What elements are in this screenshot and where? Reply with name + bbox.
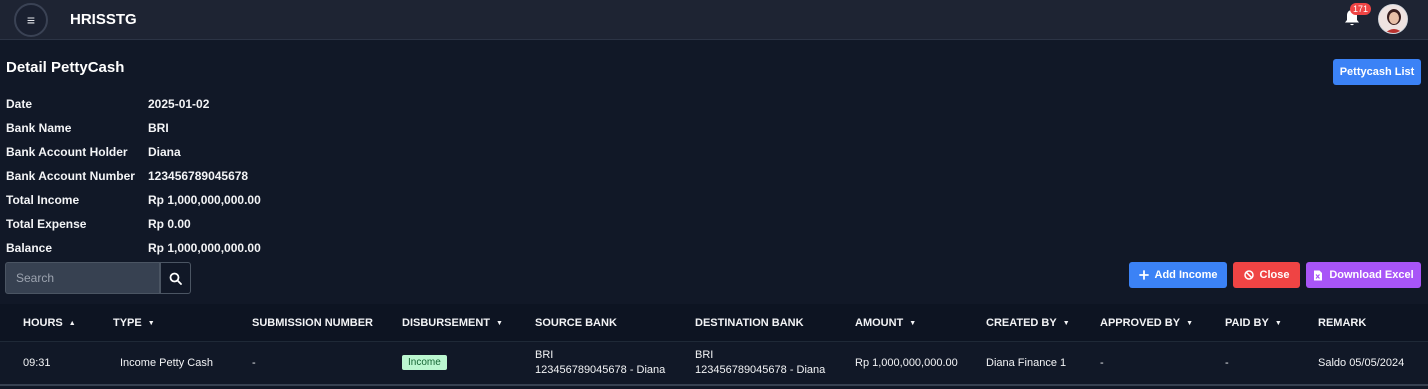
column-header-approved-by[interactable]: APPROVED BY ▼: [1100, 317, 1193, 329]
avatar-image: [1379, 5, 1407, 33]
top-navbar: ≡ HRISSTG 171: [0, 0, 1428, 40]
search-icon: [169, 272, 182, 285]
info-label: Bank Account Number: [6, 169, 135, 183]
info-label: Total Expense: [6, 217, 87, 231]
header-label: DESTINATION BANK: [695, 317, 804, 329]
pettycash-list-button[interactable]: Pettycash List: [1333, 59, 1421, 85]
pettycash-detail-info: Date 2025-01-02 Bank Name BRI Bank Accou…: [6, 92, 406, 260]
cell-source-bank: BRI 123456789045678 - Diana: [535, 348, 665, 378]
info-value: 123456789045678: [148, 169, 249, 183]
column-header-amount[interactable]: AMOUNT ▼: [855, 317, 916, 329]
column-header-destination-bank: DESTINATION BANK: [695, 317, 804, 329]
close-label: Close: [1259, 269, 1290, 281]
column-header-hours[interactable]: HOURS ▲: [23, 317, 76, 329]
destination-bank-name: BRI: [695, 349, 714, 361]
column-header-paid-by[interactable]: PAID BY ▼: [1225, 317, 1282, 329]
info-label: Total Income: [6, 193, 80, 207]
table-row[interactable]: 09:31 Income Petty Cash - Income BRI 123…: [0, 342, 1428, 386]
disbursement-badge: Income: [402, 355, 447, 370]
search-button[interactable]: [160, 262, 191, 294]
sort-desc-icon: ▼: [909, 320, 917, 327]
menu-icon: ≡: [26, 12, 36, 28]
header-label: TYPE: [113, 317, 142, 329]
destination-bank-account: 123456789045678 - Diana: [695, 364, 826, 376]
info-label: Date: [6, 97, 33, 111]
column-header-submission-number: SUBMISSION NUMBER: [252, 317, 373, 329]
download-excel-label: Download Excel: [1329, 269, 1414, 281]
close-button[interactable]: Close: [1233, 262, 1300, 288]
header-label: SUBMISSION NUMBER: [252, 317, 374, 329]
header-label: HOURS: [23, 317, 63, 329]
cell-created-by: Diana Finance 1: [986, 357, 1067, 369]
cell-disbursement: Income: [402, 355, 447, 370]
info-value: Diana: [148, 145, 181, 159]
info-value: Rp 0.00: [148, 217, 191, 231]
plus-icon: [1138, 270, 1149, 280]
sort-desc-icon: ▼: [1062, 320, 1070, 327]
add-income-button[interactable]: Add Income: [1129, 262, 1227, 288]
app-title: HRISSTG: [70, 11, 137, 28]
column-header-created-by[interactable]: CREATED BY ▼: [986, 317, 1070, 329]
info-row-account-number: Bank Account Number 123456789045678: [6, 164, 406, 188]
sort-desc-icon: ▼: [147, 320, 155, 327]
info-row-bank-name: Bank Name BRI: [6, 116, 406, 140]
cell-hours: 09:31: [23, 357, 51, 369]
hamburger-menu-button[interactable]: ≡: [14, 3, 48, 37]
header-label: APPROVED BY: [1100, 317, 1181, 329]
cell-amount: Rp 1,000,000,000.00: [855, 357, 958, 369]
info-row-total-income: Total Income Rp 1,000,000,000.00: [6, 188, 406, 212]
column-header-source-bank: SOURCE BANK: [535, 317, 617, 329]
info-row-total-expense: Total Expense Rp 0.00: [6, 212, 406, 236]
header-label: CREATED BY: [986, 317, 1057, 329]
download-excel-button[interactable]: Download Excel: [1306, 262, 1421, 288]
sort-desc-icon: ▼: [496, 320, 503, 327]
info-label: Balance: [6, 241, 53, 255]
cell-destination-bank: BRI 123456789045678 - Diana: [695, 348, 825, 378]
header-label: DISBURSEMENT: [402, 317, 491, 329]
info-label: Bank Account Holder: [6, 145, 128, 159]
cell-approved-by: -: [1100, 357, 1104, 369]
info-row-account-holder: Bank Account Holder Diana: [6, 140, 406, 164]
sort-desc-icon: ▼: [1274, 320, 1282, 327]
info-row-date: Date 2025-01-02: [6, 92, 406, 116]
sort-desc-icon: ▼: [1186, 320, 1194, 327]
column-header-remark: REMARK: [1318, 317, 1366, 329]
notification-badge: 171: [1350, 3, 1372, 15]
sort-asc-icon: ▲: [68, 320, 76, 327]
info-label: Bank Name: [6, 121, 72, 135]
column-header-type[interactable]: TYPE ▼: [113, 317, 155, 329]
column-header-disbursement[interactable]: DISBURSEMENT ▼: [402, 317, 503, 329]
pettycash-table: HOURS ▲ TYPE ▼ SUBMISSION NUMBER DISBURSEM…: [0, 304, 1428, 386]
page-title: Detail PettyCash: [6, 59, 125, 76]
info-row-balance: Balance Rp 1,000,000,000.00: [6, 236, 406, 260]
header-label: REMARK: [1318, 317, 1367, 329]
source-bank-name: BRI: [535, 349, 554, 361]
ban-icon: [1243, 270, 1254, 280]
header-label: PAID BY: [1225, 317, 1269, 329]
header-label: SOURCE BANK: [535, 317, 617, 329]
search-input[interactable]: [5, 262, 160, 294]
table-header: HOURS ▲ TYPE ▼ SUBMISSION NUMBER DISBURSEM…: [0, 304, 1428, 342]
cell-remark: Saldo 05/05/2024: [1318, 357, 1405, 369]
info-value: Rp 1,000,000,000.00: [148, 241, 261, 255]
source-bank-account: 123456789045678 - Diana: [535, 364, 666, 376]
add-income-label: Add Income: [1154, 269, 1218, 281]
cell-submission-number: -: [252, 357, 256, 369]
info-value: 2025-01-02: [148, 97, 210, 111]
file-excel-icon: [1314, 270, 1323, 280]
info-value: Rp 1,000,000,000.00: [148, 193, 261, 207]
cell-paid-by: -: [1225, 357, 1229, 369]
header-label: AMOUNT: [855, 317, 904, 329]
user-avatar[interactable]: [1378, 4, 1408, 34]
info-value: BRI: [148, 121, 169, 135]
cell-type: Income Petty Cash: [120, 357, 213, 369]
